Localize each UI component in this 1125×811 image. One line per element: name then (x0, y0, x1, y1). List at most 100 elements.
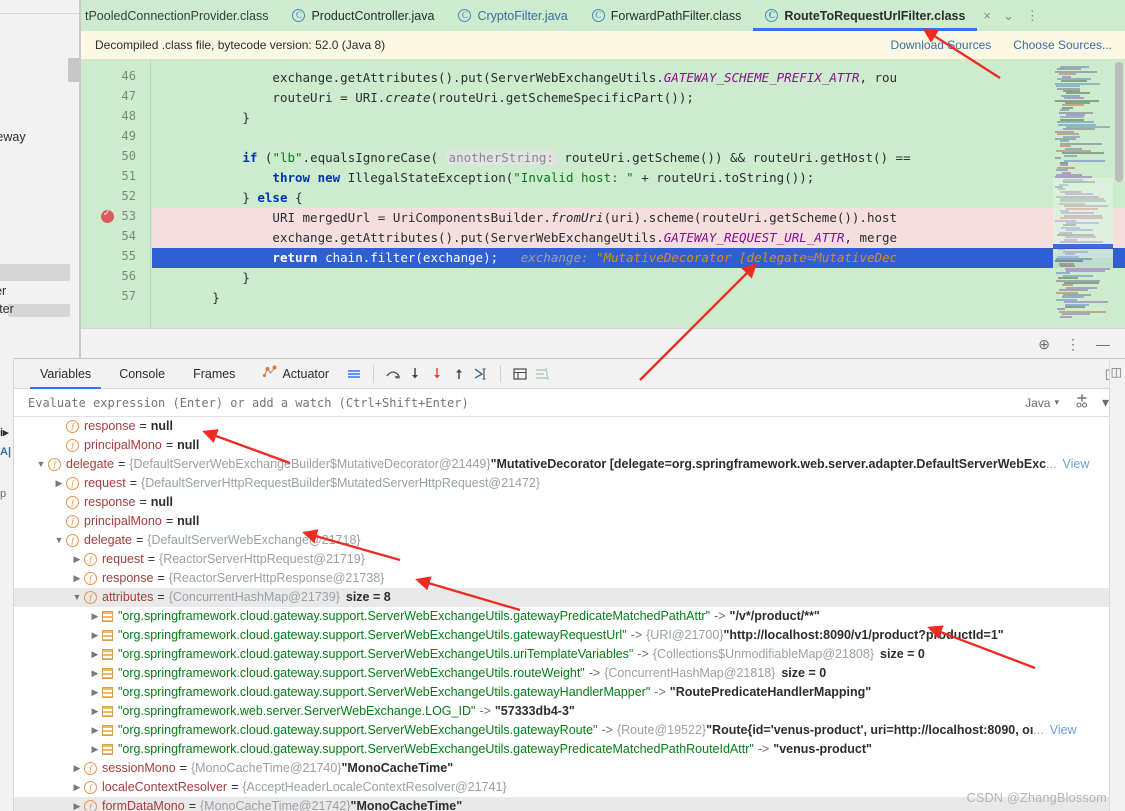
editor-tab-cryptofilter-java[interactable]: CCryptoFilter.java (446, 0, 579, 31)
code-line[interactable]: routeUri = URI.create(routeUri.getScheme… (152, 88, 694, 108)
editor-tab-tpooledconnectionprovider-class[interactable]: tPooledConnectionProvider.class (81, 0, 280, 31)
variable-row[interactable]: fprincipalMono=null (14, 436, 1125, 455)
variable-row[interactable]: ▶frequest={DefaultServerHttpRequestBuild… (14, 474, 1125, 493)
variable-row[interactable]: ▶"org.springframework.cloud.gateway.supp… (14, 645, 1125, 664)
step-over-icon[interactable] (382, 363, 404, 385)
field-icon: f (48, 458, 61, 471)
left-panel-highlight-row-2[interactable] (8, 304, 70, 317)
debugger-tab-actuator[interactable]: Actuator (249, 359, 343, 389)
variable-row[interactable]: ▶"org.springframework.cloud.gateway.supp… (14, 607, 1125, 626)
code-line[interactable]: exchange.getAttributes().put(ServerWebEx… (152, 228, 897, 248)
code-area[interactable]: 464748495051525354555657 exchange.getAtt… (81, 60, 1125, 328)
variable-row[interactable]: ▶fformDataMono={MonoCacheTime@21742} "Mo… (14, 797, 1125, 811)
left-panel-filter-label-1[interactable]: ilter (0, 284, 6, 298)
chevron-right-icon[interactable]: ▶ (52, 474, 66, 493)
code-line[interactable]: URI mergedUrl = UriComponentsBuilder.fro… (152, 208, 897, 228)
variable-row[interactable]: ▶"org.springframework.cloud.gateway.supp… (14, 721, 1125, 740)
evaluate-language-label[interactable]: Java (1025, 396, 1054, 410)
evaluate-expression-input[interactable] (28, 396, 1025, 410)
code-line[interactable]: } (152, 108, 250, 128)
add-watch-icon[interactable] (1069, 394, 1096, 412)
variable-row[interactable]: ▶"org.springframework.cloud.gateway.supp… (14, 683, 1125, 702)
step-out-icon[interactable] (448, 363, 470, 385)
chevron-right-icon[interactable]: ▶ (88, 740, 102, 759)
variable-row[interactable]: ▶"org.springframework.cloud.gateway.supp… (14, 664, 1125, 683)
code-line[interactable]: throw new IllegalStateException("Invalid… (152, 168, 814, 188)
chevron-right-icon[interactable]: ▶ (70, 550, 84, 569)
evaluate-expression-row[interactable]: Java ▾ ▾ (14, 389, 1125, 417)
variable-row[interactable]: ▶frequest={ReactorServerHttpRequest@2171… (14, 550, 1125, 569)
layout-settings-icon[interactable]: ◫ (1111, 365, 1122, 379)
chevron-right-icon[interactable]: ▶ (70, 797, 84, 811)
chevron-right-icon[interactable]: ▶ (70, 759, 84, 778)
chevron-right-icon[interactable]: ▶ (88, 607, 102, 626)
strip-label-2: A| (0, 446, 11, 458)
locate-icon[interactable]: ⊕ (1038, 337, 1050, 351)
code-line[interactable]: } (152, 288, 220, 308)
code-line[interactable]: exchange.getAttributes().put(ServerWebEx… (152, 68, 897, 88)
chevron-right-icon[interactable]: ▶ (88, 645, 102, 664)
variable-row[interactable]: fresponse=null (14, 493, 1125, 512)
variable-row[interactable]: fresponse=null (14, 417, 1125, 436)
variable-row[interactable]: ▶flocaleContextResolver={AcceptHeaderLoc… (14, 778, 1125, 797)
more-options-icon[interactable]: ⋮ (1066, 337, 1080, 351)
breakpoint-icon[interactable] (101, 210, 114, 223)
editor-tab-routetorequesturlfilter-class[interactable]: CRouteToRequestUrlFilter.class (753, 0, 977, 31)
variable-reference: {URI@21700} (646, 626, 723, 645)
minimize-icon[interactable]: — (1096, 337, 1110, 351)
editor-minimap[interactable] (1053, 60, 1113, 328)
minimap-line (1064, 155, 1077, 157)
evaluate-icon[interactable] (509, 363, 531, 385)
settings-icon[interactable] (531, 363, 553, 385)
code-line[interactable]: } (152, 268, 250, 288)
editor-vertical-scrollbar[interactable] (1115, 62, 1123, 182)
choose-sources-link[interactable]: Choose Sources... (1013, 38, 1112, 52)
editor-code-lines[interactable]: exchange.getAttributes().put(ServerWebEx… (152, 60, 1125, 328)
chevron-down-icon[interactable]: ▼ (34, 455, 48, 474)
download-sources-link[interactable]: Download Sources (891, 38, 992, 52)
chevron-right-icon[interactable]: ▶ (88, 702, 102, 721)
variable-view-link[interactable]: View (1044, 721, 1077, 740)
left-panel-highlight-row[interactable] (0, 264, 70, 281)
mute-breakpoints-icon[interactable] (343, 363, 365, 385)
run-to-cursor-icon[interactable] (470, 363, 492, 385)
chevron-right-icon[interactable]: ▶ (88, 683, 102, 702)
editor-line-gutter[interactable]: 464748495051525354555657 (81, 60, 151, 328)
chevron-right-icon[interactable]: ▶ (70, 778, 84, 797)
variable-row[interactable]: ▼fdelegate={DefaultServerWebExchangeBuil… (14, 455, 1125, 474)
chevron-right-icon[interactable]: ▶ (88, 664, 102, 683)
tab-more-icon[interactable]: ⋮ (1020, 8, 1045, 24)
code-line[interactable]: } else { (152, 188, 303, 208)
step-into-icon[interactable] (404, 363, 426, 385)
chevron-down-icon[interactable]: ▼ (52, 531, 66, 550)
chevron-right-icon[interactable]: ▶ (70, 569, 84, 588)
chevron-right-icon[interactable]: ▶ (88, 626, 102, 645)
line-number: 46 (122, 69, 136, 83)
code-line[interactable]: if ("lb".equalsIgnoreCase( anotherString… (152, 148, 918, 168)
editor-tab-productcontroller-java[interactable]: CProductController.java (280, 0, 446, 31)
evaluate-language-caret[interactable]: ▾ (1054, 397, 1069, 408)
variable-row[interactable]: ▼fdelegate={DefaultServerWebExchange@217… (14, 531, 1125, 550)
variable-reference: {ReactorServerHttpResponse@21738} (169, 569, 385, 588)
debugger-tab-console[interactable]: Console (105, 359, 179, 389)
variable-row[interactable]: ▶fresponse={ReactorServerHttpResponse@21… (14, 569, 1125, 588)
chevron-right-icon[interactable]: ▶ (88, 721, 102, 740)
close-tab-icon[interactable]: × (977, 8, 997, 23)
debugger-tab-frames[interactable]: Frames (179, 359, 249, 389)
left-panel-scroll-thumb[interactable] (68, 58, 80, 82)
variable-view-link[interactable]: View (1057, 455, 1090, 474)
variable-row[interactable]: ▶"org.springframework.web.server.ServerW… (14, 702, 1125, 721)
left-panel-filter-label-2[interactable]: Filter (0, 302, 14, 316)
code-line[interactable]: return chain.filter(exchange); exchange:… (152, 248, 1125, 268)
tab-list-chevron-icon[interactable]: ⌄ (997, 8, 1020, 24)
force-step-into-icon[interactable] (426, 363, 448, 385)
chevron-down-icon[interactable]: ▼ (70, 588, 84, 607)
variable-row[interactable]: ▶fsessionMono={MonoCacheTime@21740} "Mon… (14, 759, 1125, 778)
variable-row[interactable]: ▼fattributes={ConcurrentHashMap@21739}si… (14, 588, 1125, 607)
variable-row[interactable]: fprincipalMono=null (14, 512, 1125, 531)
editor-tab-forwardpathfilter-class[interactable]: CForwardPathFilter.class (580, 0, 754, 31)
variable-row[interactable]: ▶"org.springframework.cloud.gateway.supp… (14, 740, 1125, 759)
debugger-tab-variables[interactable]: Variables (26, 359, 105, 389)
variable-row[interactable]: ▶"org.springframework.cloud.gateway.supp… (14, 626, 1125, 645)
variables-tree[interactable]: fresponse=nullfprincipalMono=null▼fdeleg… (14, 417, 1125, 811)
